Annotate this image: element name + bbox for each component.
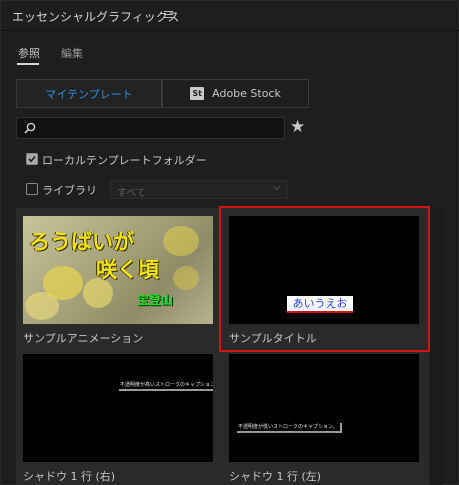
hamburger-menu-icon[interactable]	[164, 11, 173, 20]
template-label[interactable]: サンプルアニメーション	[23, 330, 143, 346]
library-label: ライブラリ	[42, 184, 97, 197]
my-templates-label: マイテンプレート	[45, 87, 133, 101]
thumbnail-subtitle: 宝登山	[137, 293, 174, 307]
search-icon	[24, 122, 36, 134]
adobe-stock-icon: St	[190, 87, 205, 100]
header-divider	[0, 30, 459, 31]
active-tab-indicator	[17, 63, 39, 65]
my-templates-button[interactable]: マイテンプレート	[16, 79, 162, 108]
thumbnail-caption: 不透明度が高いストロークのキャプション。	[119, 381, 213, 391]
template-label[interactable]: シャドウ 1 行 (右)	[23, 468, 115, 484]
library-dropdown-value: すべて	[117, 188, 146, 199]
search-input[interactable]	[16, 117, 285, 139]
tab-edit[interactable]: 編集	[61, 45, 83, 61]
thumbnail-title-line1: ろうばいが	[29, 230, 134, 254]
library-dropdown[interactable]: すべて	[110, 180, 288, 199]
scrollbar[interactable]	[430, 208, 442, 485]
library-checkbox[interactable]	[26, 183, 38, 195]
adobe-stock-button[interactable]: St Adobe Stock	[162, 79, 309, 108]
tab-browse[interactable]: 参照	[18, 45, 40, 61]
selection-highlight	[219, 206, 430, 352]
local-folder-checkbox[interactable]	[26, 153, 38, 165]
local-folder-label: ローカルテンプレートフォルダー	[42, 154, 207, 167]
panel-title: エッセンシャルグラフィックス	[12, 10, 180, 24]
thumbnail-caption: 不透明度が低いストロークのキャプション。	[237, 423, 342, 433]
checkmark-icon	[28, 155, 36, 163]
template-thumbnail[interactable]: 不透明度が低いストロークのキャプション。	[229, 354, 419, 462]
adobe-stock-label: Adobe Stock	[212, 87, 281, 100]
template-thumbnail[interactable]: 不透明度が高いストロークのキャプション。	[23, 354, 213, 462]
template-thumbnail[interactable]: ろうばいが 咲く頃 宝登山	[23, 216, 213, 324]
thumbnail-title-line2: 咲く頃	[96, 258, 159, 282]
template-label[interactable]: シャドウ 1 行 (左)	[229, 468, 321, 484]
star-icon[interactable]: ★	[290, 117, 305, 137]
chevron-down-icon	[272, 185, 281, 191]
